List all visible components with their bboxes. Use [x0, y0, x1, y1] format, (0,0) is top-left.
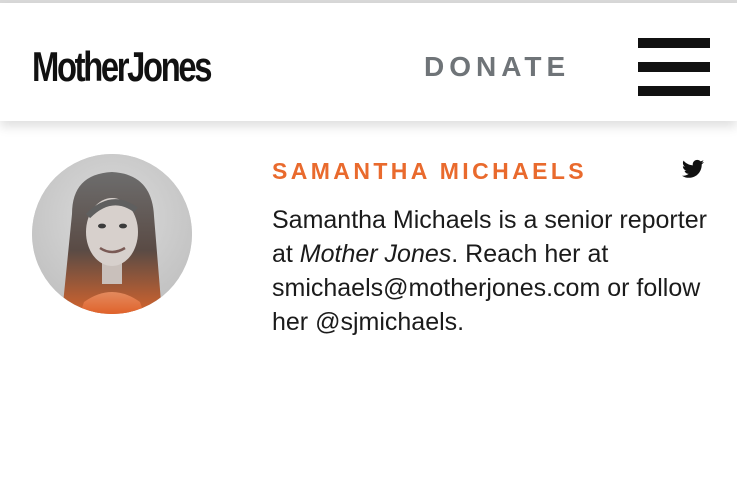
author-twitter-handle-link[interactable]: @sjmichaels: [315, 308, 457, 336]
hamburger-menu-icon[interactable]: [638, 38, 710, 96]
menu-bar: [638, 38, 710, 48]
author-photo: [32, 154, 192, 314]
menu-bar: [638, 86, 710, 96]
author-name[interactable]: SAMANTHA MICHAELS: [272, 157, 587, 185]
author-avatar: [32, 154, 192, 314]
author-email-link[interactable]: smichaels@motherjones.com: [272, 274, 600, 302]
author-bio-card: SAMANTHA MICHAELS Samantha Michaels is a…: [0, 121, 737, 478]
menu-bar: [638, 62, 710, 72]
site-logo[interactable]: MotherJones: [32, 43, 212, 91]
bio-text: .: [457, 308, 465, 336]
twitter-icon[interactable]: [682, 159, 704, 179]
publication-name: Mother Jones: [299, 240, 452, 268]
bio-text: . Reach her at: [451, 240, 609, 268]
site-header: MotherJones DONATE: [0, 3, 737, 121]
donate-button[interactable]: DONATE: [424, 50, 570, 84]
author-bio: Samantha Michaels is a senior reporter a…: [272, 203, 712, 339]
